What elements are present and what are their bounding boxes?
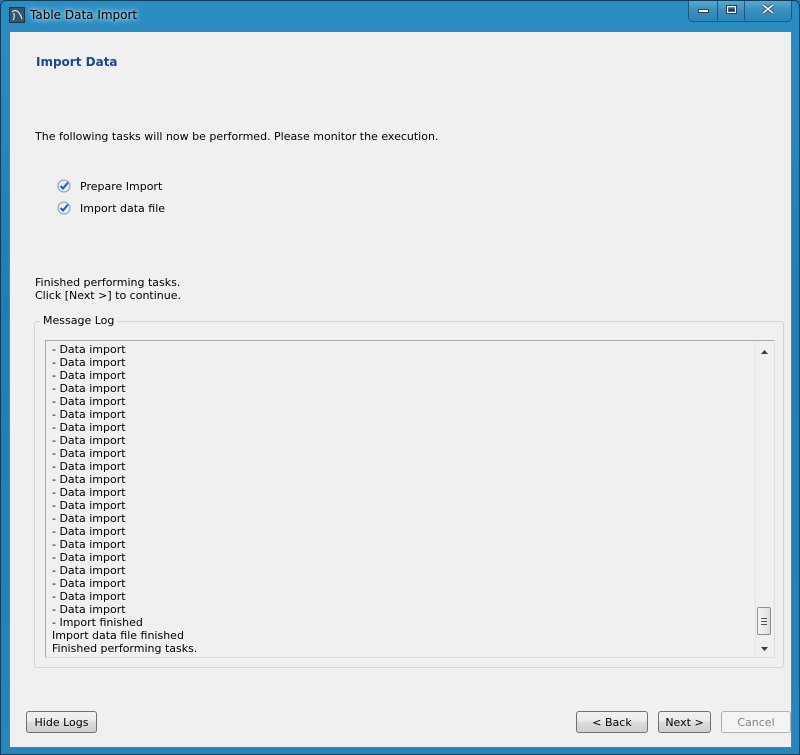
cancel-button: Cancel	[721, 711, 791, 733]
hide-logs-button[interactable]: Hide Logs	[26, 711, 97, 733]
page-title: Import Data	[36, 55, 118, 69]
close-icon	[762, 4, 774, 17]
log-line: - Data import	[52, 538, 752, 551]
back-button[interactable]: < Back	[576, 711, 648, 733]
arrow-up-icon	[761, 344, 768, 357]
dialog-content: Import Data The following tasks will now…	[9, 31, 792, 748]
log-line: - Data import	[52, 460, 752, 473]
log-line: - Data import	[52, 590, 752, 603]
status-finished: Finished performing tasks.	[35, 276, 180, 289]
message-log[interactable]: - Data import- Data import- Data import-…	[45, 340, 775, 658]
next-button[interactable]: Next >	[658, 711, 711, 733]
grip-line	[761, 618, 767, 619]
grip-line	[761, 624, 767, 625]
log-line: - Data import	[52, 564, 752, 577]
task-label: Import data file	[80, 202, 165, 215]
minimize-icon	[698, 4, 709, 17]
caption-buttons	[688, 1, 792, 22]
minimize-button[interactable]	[689, 1, 717, 20]
checkmark-circle-icon	[57, 201, 71, 215]
log-line: - Data import	[52, 369, 752, 382]
title-bar[interactable]: Table Data Import	[1, 1, 799, 31]
log-line: - Data import	[52, 603, 752, 616]
arrow-down-icon	[761, 641, 768, 654]
log-line: - Data import	[52, 512, 752, 525]
scroll-down-button[interactable]	[756, 639, 773, 656]
message-log-group: Message Log - Data import- Data import- …	[34, 321, 784, 668]
log-line: - Data import	[52, 473, 752, 486]
log-line: - Import finished	[52, 616, 752, 629]
mysql-workbench-dolphin-icon	[9, 7, 25, 23]
task-item: Prepare Import	[57, 178, 162, 194]
task-item: Import data file	[57, 200, 165, 216]
log-scrollbar[interactable]	[755, 342, 773, 656]
intro-text: The following tasks will now be performe…	[35, 130, 438, 143]
log-line: - Data import	[52, 486, 752, 499]
dialog-window: Table Data Import Import Data The follow…	[0, 0, 800, 755]
log-line: - Data import	[52, 356, 752, 369]
log-line: - Data import	[52, 395, 752, 408]
scroll-thumb[interactable]	[757, 607, 771, 635]
log-line: Import data file finished	[52, 629, 752, 642]
close-button[interactable]	[744, 1, 791, 20]
maximize-icon	[726, 4, 737, 17]
log-line: - Data import	[52, 434, 752, 447]
message-log-lines: - Data import- Data import- Data import-…	[52, 343, 752, 655]
log-line: - Data import	[52, 382, 752, 395]
maximize-button[interactable]	[717, 1, 744, 20]
task-label: Prepare Import	[80, 180, 162, 193]
checkmark-circle-icon	[57, 179, 71, 193]
status-continue-hint: Click [Next >] to continue.	[35, 289, 181, 302]
log-line: Finished performing tasks.	[52, 642, 752, 655]
log-line: - Data import	[52, 343, 752, 356]
log-line: - Data import	[52, 499, 752, 512]
message-log-label: Message Log	[40, 314, 117, 327]
log-line: - Data import	[52, 408, 752, 421]
log-line: - Data import	[52, 551, 752, 564]
log-line: - Data import	[52, 525, 752, 538]
window-title: Table Data Import	[30, 8, 137, 22]
log-line: - Data import	[52, 447, 752, 460]
scroll-up-button[interactable]	[756, 342, 773, 359]
log-line: - Data import	[52, 577, 752, 590]
log-line: - Data import	[52, 421, 752, 434]
grip-line	[761, 621, 767, 622]
